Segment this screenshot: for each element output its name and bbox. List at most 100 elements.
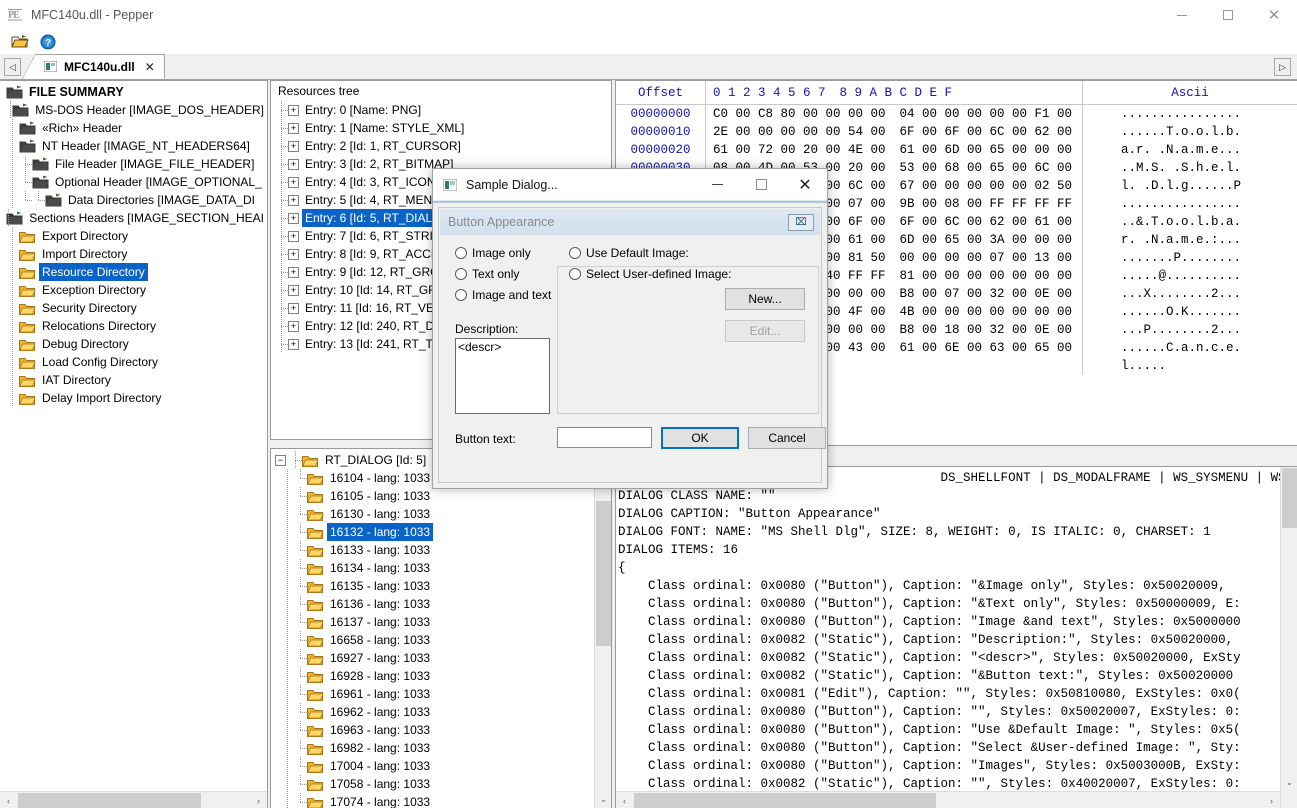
radio-image-only[interactable]: Image only: [455, 246, 551, 260]
tree-item[interactable]: 16130 - lang: 1033: [271, 505, 611, 523]
tree-expander-icon[interactable]: +: [288, 176, 299, 188]
tree-item[interactable]: 17004 - lang: 1033: [271, 757, 611, 775]
maximize-button[interactable]: [1205, 0, 1251, 30]
tree-item[interactable]: 17058 - lang: 1033: [271, 775, 611, 793]
tree-item[interactable]: 16963 - lang: 1033: [271, 721, 611, 739]
tree-item[interactable]: Security Directory: [0, 299, 267, 317]
tree-item[interactable]: 16134 - lang: 1033: [271, 559, 611, 577]
code-hscroll-left-arrow[interactable]: ‹: [616, 792, 633, 808]
tree-expander-icon[interactable]: +: [288, 230, 299, 242]
tree-expander-icon[interactable]: +: [288, 284, 299, 296]
tree-item[interactable]: Optional Header [IMAGE_OPTIONAL_: [0, 173, 267, 191]
tree-item[interactable]: 16132 - lang: 1033: [271, 523, 611, 541]
tree-item[interactable]: 16136 - lang: 1033: [271, 595, 611, 613]
tab-mfc140u-dll[interactable]: MFC140u.dll ✕: [22, 53, 165, 79]
description-textbox[interactable]: <descr>: [455, 338, 550, 414]
sample-dialog-close-button[interactable]: ✕: [783, 169, 827, 200]
tree-item[interactable]: 16961 - lang: 1033: [271, 685, 611, 703]
file-summary-tree[interactable]: FILE SUMMARY MS-DOS Header [IMAGE_DOS_HEA…: [0, 81, 267, 407]
tree-item[interactable]: Relocations Directory: [0, 317, 267, 335]
code-vscroll-thumb[interactable]: [1282, 468, 1297, 528]
tree-expander-icon[interactable]: +: [288, 266, 299, 278]
tree-item[interactable]: + Entry: 1 [Name: STYLE_XML]: [271, 119, 611, 137]
dialog-tree-vscrollbar[interactable]: ⌄: [594, 449, 611, 808]
tree-item[interactable]: + Entry: 2 [Id: 1, RT_CURSOR]: [271, 137, 611, 155]
radio-use-default-image[interactable]: Use Default Image:: [569, 246, 735, 260]
tree-expander-icon[interactable]: +: [288, 212, 299, 224]
hscroll-thumb[interactable]: [18, 793, 201, 808]
tree-guide-line: [275, 317, 288, 335]
tree-item[interactable]: 16658 - lang: 1033: [271, 631, 611, 649]
tree-item[interactable]: Data Directories [IMAGE_DATA_DI: [0, 191, 267, 209]
tree-expander-icon[interactable]: +: [288, 194, 299, 206]
ok-button[interactable]: OK: [661, 427, 739, 449]
tree-item[interactable]: 16133 - lang: 1033: [271, 541, 611, 559]
code-hscroll-thumb[interactable]: [634, 793, 936, 808]
close-button[interactable]: ✕: [1251, 0, 1297, 30]
tree-item[interactable]: 16135 - lang: 1033: [271, 577, 611, 595]
tree-item[interactable]: 17074 - lang: 1033: [271, 793, 611, 808]
yellow-folder-icon: [307, 795, 324, 808]
file-summary-hscrollbar[interactable]: ‹ ›: [0, 791, 267, 808]
tree-item[interactable]: IAT Directory: [0, 371, 267, 389]
tree-item[interactable]: + Entry: 0 [Name: PNG]: [271, 101, 611, 119]
tree-item[interactable]: Sections Headers [IMAGE_SECTION_HEAI: [0, 209, 267, 227]
tree-item[interactable]: Debug Directory: [0, 335, 267, 353]
tree-root-file-summary[interactable]: FILE SUMMARY: [0, 83, 267, 101]
tree-expander-icon[interactable]: +: [288, 158, 299, 170]
code-vscrollbar[interactable]: ⌄: [1280, 467, 1297, 808]
code-vscroll-down-arrow[interactable]: ⌄: [1281, 774, 1297, 791]
tree-item[interactable]: Load Config Directory: [0, 353, 267, 371]
sample-dialog-maximize-button[interactable]: [739, 169, 783, 200]
vscroll-down-arrow[interactable]: ⌄: [595, 791, 611, 808]
tree-item[interactable]: Import Directory: [0, 245, 267, 263]
sample-dialog-minimize-button[interactable]: [695, 169, 739, 200]
radio-select-user-defined-image[interactable]: Select User-defined Image:: [569, 267, 736, 281]
cancel-button[interactable]: Cancel: [748, 427, 826, 449]
tab-scroll-right-button[interactable]: ▷: [1274, 58, 1291, 76]
hscroll-left-arrow[interactable]: ‹: [0, 792, 17, 808]
tree-expander-icon[interactable]: +: [288, 104, 299, 116]
tree-expander-icon[interactable]: +: [288, 140, 299, 152]
open-folder-icon[interactable]: [10, 32, 30, 52]
tree-expander-icon[interactable]: +: [288, 248, 299, 260]
tree-item[interactable]: MS-DOS Header [IMAGE_DOS_HEADER]: [0, 101, 267, 119]
tree-item[interactable]: 16927 - lang: 1033: [271, 649, 611, 667]
tree-item[interactable]: NT Header [IMAGE_NT_HEADERS64]: [0, 137, 267, 155]
minimize-button[interactable]: [1159, 0, 1205, 30]
button-text-input[interactable]: [557, 427, 652, 448]
tree-expander-icon[interactable]: +: [288, 338, 299, 350]
tree-item[interactable]: 16962 - lang: 1033: [271, 703, 611, 721]
tab-close-icon[interactable]: ✕: [145, 60, 155, 74]
tree-item[interactable]: 16105 - lang: 1033: [271, 487, 611, 505]
radio-image-and-text[interactable]: Image and text: [455, 288, 551, 302]
tree-item[interactable]: Delay Import Directory: [0, 389, 267, 407]
yellow-folder-icon: [19, 301, 36, 316]
tree-item[interactable]: «Rich» Header: [0, 119, 267, 137]
tree-item[interactable]: 16928 - lang: 1033: [271, 667, 611, 685]
dialog-resource-tree[interactable]: − RT_DIALOG [Id: 5] 16104 - lang: 1033 1610…: [271, 449, 611, 808]
tree-guide-line: [275, 227, 288, 245]
tree-expander-icon[interactable]: −: [275, 454, 286, 466]
help-question-icon[interactable]: ?: [38, 32, 58, 52]
radio-text-only[interactable]: Text only: [455, 267, 551, 281]
tree-expander-icon[interactable]: +: [288, 302, 299, 314]
tree-item[interactable]: Resource Directory: [0, 263, 267, 281]
code-hscrollbar[interactable]: ‹ ›: [616, 791, 1280, 808]
yellow-folder-icon: [307, 507, 324, 522]
hscroll-right-arrow[interactable]: ›: [250, 792, 267, 808]
sample-dialog-window[interactable]: Sample Dialog... ✕ Button Appearance ⌧ I…: [432, 168, 828, 489]
tree-item[interactable]: File Header [IMAGE_FILE_HEADER]: [0, 155, 267, 173]
group-close-icon[interactable]: ⌧: [788, 213, 814, 231]
tree-item[interactable]: 16982 - lang: 1033: [271, 739, 611, 757]
tree-expander-icon[interactable]: +: [288, 320, 299, 332]
tree-item[interactable]: 16137 - lang: 1033: [271, 613, 611, 631]
vscroll-thumb[interactable]: [596, 501, 611, 646]
tree-expander-icon[interactable]: +: [288, 122, 299, 134]
title-bar: PE MFC140u.dll - Pepper ✕: [0, 0, 1297, 30]
code-hscroll-right-arrow[interactable]: ›: [1263, 792, 1280, 808]
new-button[interactable]: New...: [725, 288, 805, 310]
tab-scroll-left-button[interactable]: ◁: [4, 58, 21, 76]
tree-item[interactable]: Export Directory: [0, 227, 267, 245]
tree-item[interactable]: Exception Directory: [0, 281, 267, 299]
